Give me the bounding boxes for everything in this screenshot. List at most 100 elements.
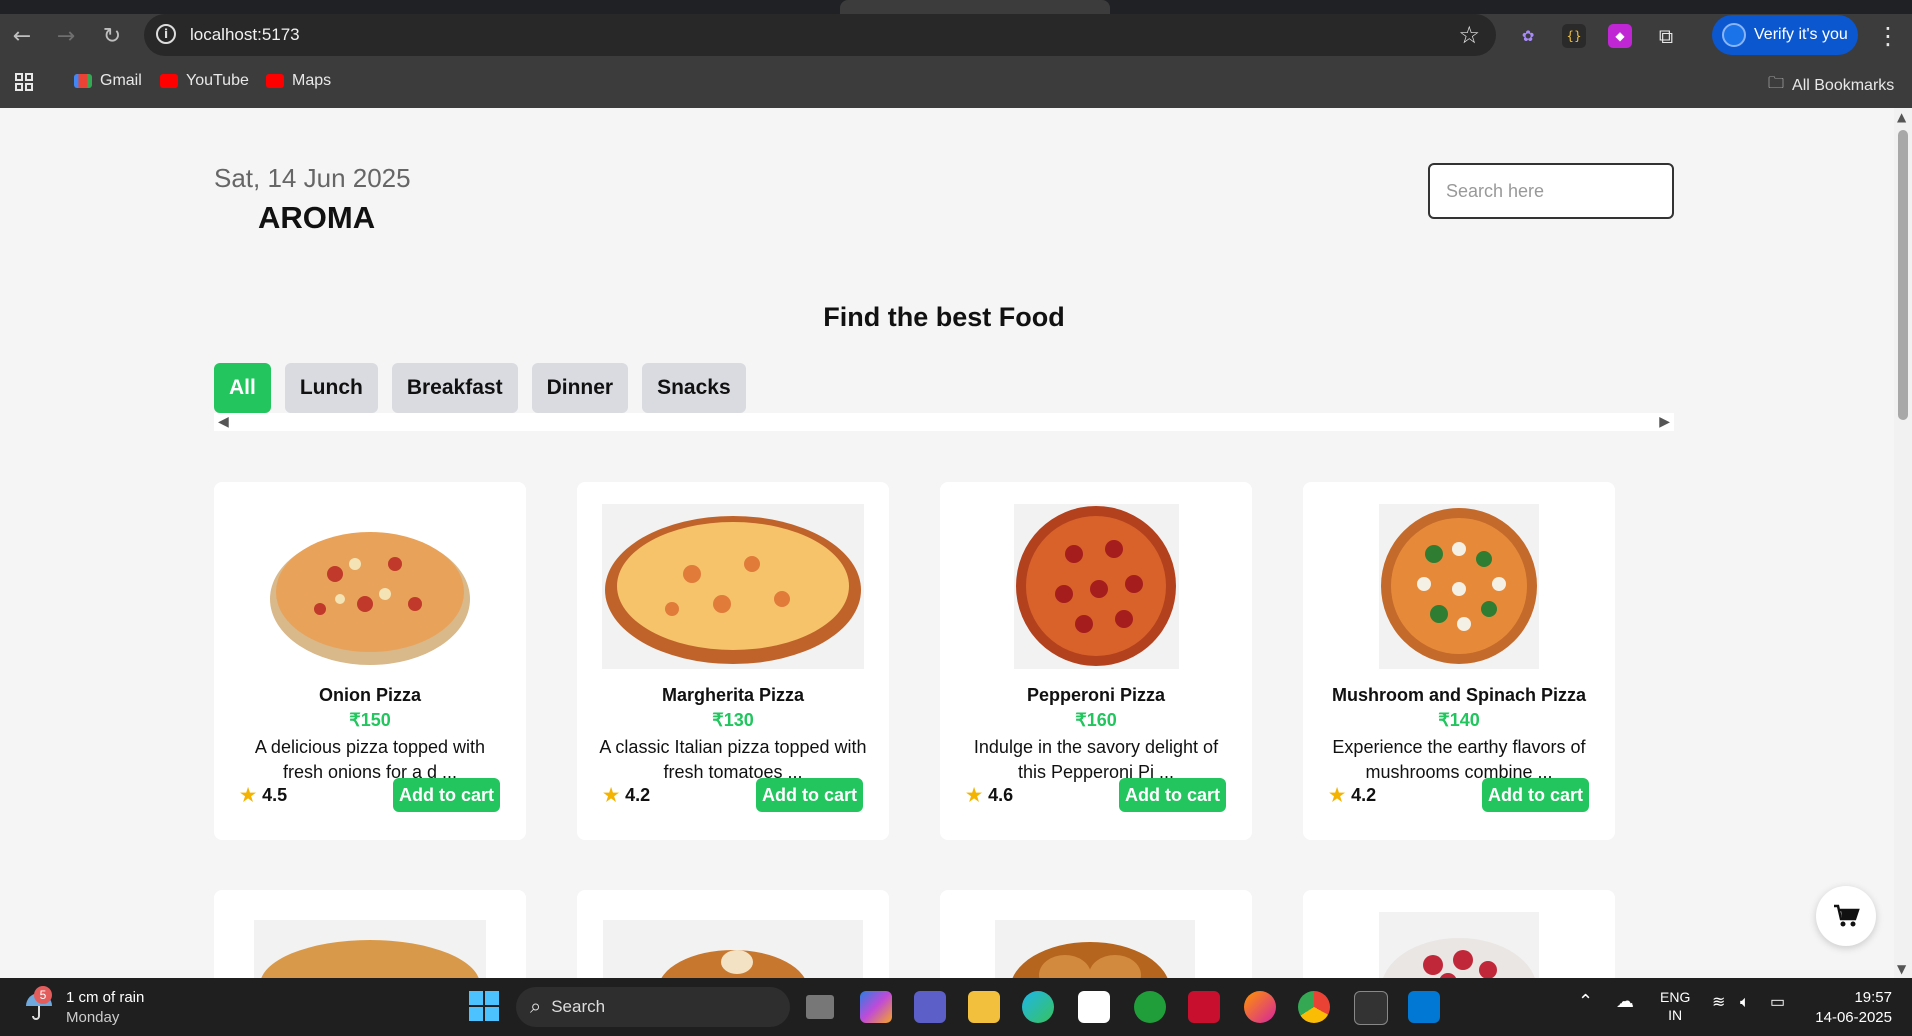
food-name: Margherita Pizza: [661, 685, 805, 705]
bookmark-youtube[interactable]: YouTube: [160, 72, 249, 90]
mcafee-icon[interactable]: [1188, 991, 1220, 1023]
store-icon[interactable]: [1078, 991, 1110, 1023]
file-explorer-icon[interactable]: [968, 991, 1000, 1023]
weather-widget[interactable]: 5 1 cm of rain Monday: [22, 986, 145, 1028]
category-tab-dinner[interactable]: Dinner: [531, 363, 629, 413]
search-input[interactable]: [1428, 163, 1674, 219]
category-tabs: All Lunch Breakfast Dinner Snacks: [214, 363, 746, 413]
add-to-cart-button[interactable]: Add to cart: [392, 778, 500, 812]
reload-icon[interactable]: ↻: [98, 22, 126, 50]
url-text: localhost:5173: [190, 25, 300, 44]
teams-icon[interactable]: [914, 991, 946, 1023]
food-name: Pepperoni Pizza: [1026, 685, 1166, 705]
onedrive-cloud-icon[interactable]: ☁: [1616, 992, 1634, 1010]
vertical-scrollbar[interactable]: ▲ ▼: [1894, 108, 1912, 978]
bookmark-label: YouTube: [186, 72, 249, 89]
rating-value: 4.2: [625, 785, 651, 805]
add-to-cart-button[interactable]: Add to cart: [1118, 778, 1226, 812]
food-image: [1303, 504, 1615, 669]
copilot-icon[interactable]: [860, 991, 892, 1023]
wifi-icon[interactable]: ≋: [1712, 994, 1725, 1012]
scroll-left-icon[interactable]: ◀: [218, 414, 229, 430]
forward-icon[interactable]: →: [52, 22, 80, 50]
firefox-icon[interactable]: [1244, 991, 1276, 1023]
windows-start-icon[interactable]: [468, 990, 500, 1022]
clock-date: 14-06-2025: [1815, 1009, 1892, 1026]
bookmark-star-icon[interactable]: ☆: [1458, 21, 1480, 49]
scroll-up-icon[interactable]: ▲: [1897, 110, 1906, 124]
page-heading: Find the best Food: [823, 302, 1065, 332]
verify-label: Verify it's you: [1754, 26, 1848, 43]
bookmark-label: Gmail: [100, 72, 142, 89]
volume-icon[interactable]: 🔈︎: [1740, 994, 1750, 1012]
browser-menu-icon[interactable]: ⋮: [1876, 22, 1900, 50]
scrollbar-thumb[interactable]: [1898, 130, 1908, 420]
cart-icon: [1834, 904, 1860, 927]
current-date: Sat, 14 Jun 2025: [214, 163, 411, 193]
taskbar-search[interactable]: ⌕ Search: [516, 987, 790, 1027]
search-icon: ⌕: [530, 995, 542, 1018]
rain-umbrella-icon: 5: [22, 986, 56, 1022]
food-card: Margherita Pizza ₹130 A classic Italian …: [577, 482, 889, 840]
browser-chrome: ← → ↻ i localhost:5173 ☆ ✿ {} ◆ ⧉ Verify…: [0, 0, 1912, 108]
scroll-right-icon[interactable]: ▶: [1659, 414, 1670, 430]
back-icon[interactable]: ←: [8, 22, 36, 50]
horizontal-scrollbar[interactable]: ◀ ▶: [214, 413, 1674, 431]
vscode-icon[interactable]: [1408, 991, 1440, 1023]
profile-avatar: [1722, 23, 1746, 47]
food-card: Pepperoni Pizza ₹160 Indulge in the savo…: [940, 482, 1252, 840]
rating-value: 4.2: [1351, 785, 1377, 805]
all-bookmarks[interactable]: 🗀 All Bookmarks: [1768, 72, 1894, 99]
site-info-icon[interactable]: i: [156, 24, 176, 44]
food-name: Onion Pizza: [318, 685, 421, 705]
bookmarks-bar: Gmail YouTube Maps 🗀 All Bookmarks: [0, 62, 1912, 102]
active-tab[interactable]: [840, 0, 1110, 14]
food-price: ₹150: [349, 710, 391, 730]
system-clock[interactable]: 19:57 14-06-2025: [1810, 988, 1892, 1028]
food-image: [214, 504, 526, 669]
add-to-cart-button[interactable]: Add to cart: [1481, 778, 1589, 812]
category-tab-snacks[interactable]: Snacks: [642, 363, 746, 413]
edge-icon[interactable]: [1022, 991, 1054, 1023]
battery-icon[interactable]: ▭: [1770, 994, 1785, 1012]
bookmark-gmail[interactable]: Gmail: [74, 72, 142, 90]
add-to-cart-button[interactable]: Add to cart: [755, 778, 863, 812]
food-price: ₹130: [712, 710, 754, 730]
food-image: [577, 504, 889, 669]
extension-gear-icon[interactable]: ✿: [1516, 24, 1540, 48]
category-tab-all[interactable]: All: [214, 363, 271, 413]
weather-line2: Monday: [66, 1009, 120, 1026]
scroll-down-icon[interactable]: ▼: [1897, 962, 1906, 976]
address-bar[interactable]: i localhost:5173 ☆: [144, 14, 1496, 56]
extensions-puzzle-icon[interactable]: ⧉: [1654, 24, 1678, 48]
tab-strip: [0, 0, 1912, 14]
tray-chevron-icon[interactable]: ⌃: [1578, 992, 1593, 1010]
chrome-icon[interactable]: [1298, 991, 1330, 1023]
weather-line1: 1 cm of rain: [66, 989, 145, 1006]
category-tab-lunch[interactable]: Lunch: [284, 363, 378, 413]
apps-grid-icon[interactable]: [14, 72, 34, 92]
extension-purple-icon[interactable]: ◆: [1608, 24, 1632, 48]
cart-button[interactable]: [1816, 886, 1876, 946]
json-extension-icon[interactable]: {}: [1562, 24, 1586, 48]
task-view-icon[interactable]: [806, 995, 834, 1019]
star-icon: ★: [966, 785, 983, 805]
language-indicator[interactable]: ENG IN: [1660, 988, 1690, 1024]
food-image: [940, 504, 1252, 669]
food-price: ₹140: [1438, 710, 1480, 730]
maps-youtube-icon: [266, 74, 284, 88]
food-card: Mushroom and Spinach Pizza ₹140 Experien…: [1303, 482, 1615, 840]
food-card: [1303, 890, 1615, 978]
category-tab-breakfast[interactable]: Breakfast: [391, 363, 518, 413]
profile-verify-button[interactable]: Verify it's you: [1712, 15, 1858, 55]
brand-title: AROMA: [258, 200, 376, 235]
page-content: Sat, 14 Jun 2025 AROMA Find the best Foo…: [0, 108, 1894, 978]
xbox-icon[interactable]: [1134, 991, 1166, 1023]
clock-time: 19:57: [1854, 989, 1892, 1006]
terminal-icon[interactable]: [1354, 991, 1388, 1025]
folder-icon: 🗀: [1768, 75, 1785, 92]
food-card: [577, 890, 889, 978]
food-rating: ★ 4.6: [966, 785, 1013, 806]
food-rating: ★ 4.5: [240, 785, 287, 806]
bookmark-maps[interactable]: Maps: [266, 72, 331, 90]
